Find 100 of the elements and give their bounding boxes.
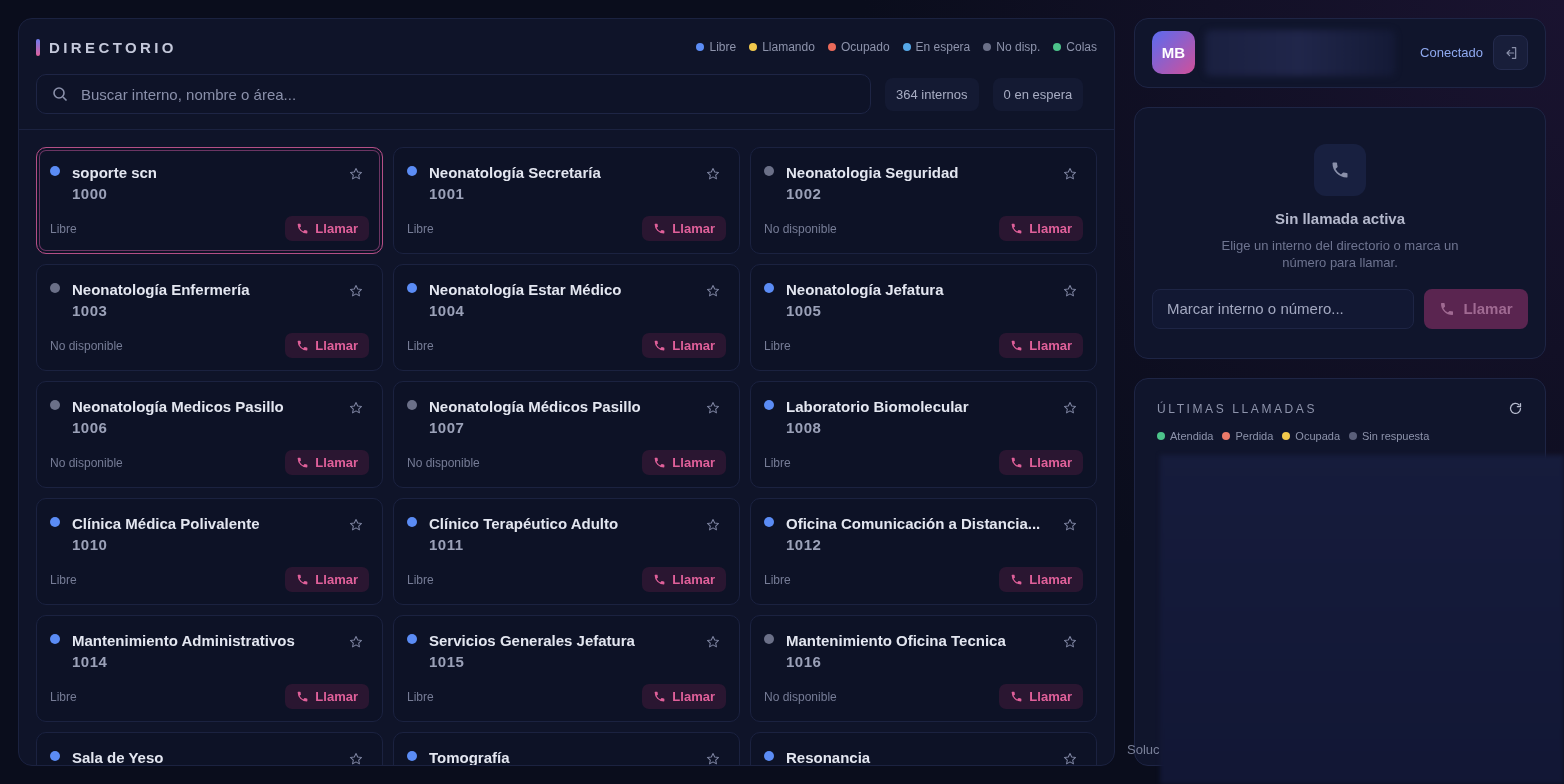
star-icon[interactable] bbox=[349, 401, 363, 415]
star-icon[interactable] bbox=[349, 518, 363, 532]
extension-name: Neonatología Enfermería bbox=[72, 281, 251, 298]
status-label: Libre bbox=[50, 221, 77, 236]
call-button[interactable]: Llamar bbox=[642, 333, 726, 358]
phone-icon bbox=[296, 456, 310, 469]
call-button[interactable]: Llamar bbox=[999, 684, 1083, 709]
extension-number: 1006 bbox=[72, 419, 109, 436]
star-icon[interactable] bbox=[706, 635, 720, 649]
call-button[interactable]: Llamar bbox=[999, 567, 1083, 592]
phone-icon bbox=[653, 690, 667, 703]
star-icon[interactable] bbox=[706, 518, 720, 532]
extension-name: soporte scn bbox=[72, 164, 159, 181]
extension-card[interactable]: Mantenimiento Oficina Tecnica 1016 No disponible Llamar bbox=[750, 615, 1097, 722]
status-label: Libre bbox=[407, 221, 434, 236]
extension-card[interactable]: Mantenimiento Administrativos 1014 Libre Llamar bbox=[36, 615, 383, 722]
star-icon[interactable] bbox=[1063, 635, 1077, 649]
phone-icon bbox=[1010, 456, 1024, 469]
extension-card[interactable]: Neonatología Medicos Pasillo 1006 No disponible Llamar bbox=[36, 381, 383, 488]
call-button[interactable]: Llamar bbox=[285, 216, 369, 241]
status-label: Libre bbox=[407, 689, 434, 704]
extension-card[interactable]: Resonancia bbox=[750, 732, 1097, 765]
legend-label: Atendida bbox=[1170, 430, 1214, 443]
extension-card[interactable]: Laboratorio Biomolecular 1008 Libre Llamar bbox=[750, 381, 1097, 488]
call-button[interactable]: Llamar bbox=[285, 684, 369, 709]
extension-card[interactable]: Neonatologia Seguridad 1002 No disponible Llamar bbox=[750, 147, 1097, 254]
legend-label: Perdida bbox=[1235, 430, 1274, 443]
extension-number: 1016 bbox=[786, 653, 823, 670]
legend-label: Sin respuesta bbox=[1362, 430, 1430, 443]
status-label: Libre bbox=[764, 455, 791, 470]
extension-number: 1000 bbox=[72, 185, 109, 202]
extension-card[interactable]: Clínica Médica Polivalente 1010 Libre Llamar bbox=[36, 498, 383, 605]
extension-name: Neonatología Médicos Pasillo bbox=[429, 398, 642, 415]
call-button[interactable]: Llamar bbox=[285, 333, 369, 358]
refresh-icon[interactable] bbox=[1508, 401, 1523, 417]
call-button[interactable]: Llamar bbox=[642, 567, 726, 592]
phone-icon bbox=[1010, 690, 1024, 703]
call-button[interactable]: Llamar bbox=[999, 333, 1083, 358]
dial-field[interactable]: Marcar interno o número... bbox=[1152, 288, 1414, 329]
call-button[interactable]: Llamar bbox=[999, 450, 1083, 475]
star-icon[interactable] bbox=[349, 284, 363, 298]
extension-card[interactable]: Sala de Yeso bbox=[36, 732, 383, 765]
empty-state-hint: Elige un interno del directorio o marca un número para llamar. bbox=[1220, 236, 1460, 271]
star-icon[interactable] bbox=[706, 167, 720, 181]
extension-card[interactable]: Neonatología Enfermería 1003 No disponible Llamar bbox=[36, 264, 383, 371]
extension-card[interactable]: Oficina Comunicación a Distancia... 1012 Libre Llamar bbox=[750, 498, 1097, 605]
star-icon[interactable] bbox=[1063, 752, 1077, 765]
star-icon[interactable] bbox=[706, 284, 720, 298]
star-icon[interactable] bbox=[706, 401, 720, 415]
extension-card[interactable]: Neonatología Secretaría 1001 Libre Llamar bbox=[393, 147, 740, 254]
status-label: No disponible bbox=[764, 689, 837, 704]
extension-card[interactable]: Neonatología Médicos Pasillo 1007 No disponible Llamar bbox=[393, 381, 740, 488]
extension-card[interactable]: Neonatología Estar Médico 1004 Libre Llamar bbox=[393, 264, 740, 371]
star-icon[interactable] bbox=[1063, 401, 1077, 415]
star-icon[interactable] bbox=[349, 752, 363, 765]
legend-label: Ocupada bbox=[1295, 430, 1340, 443]
extension-number: 1011 bbox=[429, 536, 465, 553]
phone-icon bbox=[1314, 143, 1366, 196]
status-label: Libre bbox=[407, 572, 434, 587]
phone-icon bbox=[1010, 339, 1024, 352]
extension-name: Neonatología Secretaría bbox=[429, 164, 602, 181]
count-badge: 0 en espera bbox=[992, 77, 1084, 111]
phone-icon bbox=[296, 690, 310, 703]
extension-name: Mantenimiento Administrativos bbox=[72, 632, 296, 649]
call-button[interactable]: Llamar bbox=[642, 216, 726, 241]
extension-card[interactable]: Neonatología Jefatura 1005 Libre Llamar bbox=[750, 264, 1097, 371]
search-field[interactable]: Buscar interno, nombre o área... bbox=[36, 74, 871, 114]
star-icon[interactable] bbox=[1063, 518, 1077, 532]
call-button[interactable]: Llamar bbox=[285, 567, 369, 592]
extension-card[interactable]: Servicios Generales Jefatura 1015 Libre Llamar bbox=[393, 615, 740, 722]
call-button[interactable]: Llamar bbox=[642, 450, 726, 475]
logout-button[interactable] bbox=[1493, 35, 1528, 71]
call-button[interactable]: Llamar bbox=[642, 684, 726, 709]
phone-icon bbox=[1010, 573, 1024, 586]
legend-label: En espera bbox=[915, 40, 971, 54]
footer-text: Soluc bbox=[1127, 742, 1160, 757]
status-label: Libre bbox=[50, 689, 77, 704]
extension-name: Oficina Comunicación a Distancia... bbox=[786, 515, 1042, 532]
call-button[interactable]: Llamar bbox=[285, 450, 369, 475]
star-icon[interactable] bbox=[1063, 167, 1077, 181]
phone-icon bbox=[653, 456, 667, 469]
extension-number: 1014 bbox=[72, 653, 109, 670]
legend-label: Libre bbox=[709, 40, 737, 54]
extension-name: Clínico Terapéutico Adulto bbox=[429, 515, 620, 532]
extension-number: 1002 bbox=[786, 185, 823, 202]
star-icon[interactable] bbox=[1063, 284, 1077, 298]
call-button[interactable]: Llamar bbox=[999, 216, 1083, 241]
extension-name: Servicios Generales Jefatura bbox=[429, 632, 636, 649]
status-label: No disponible bbox=[50, 338, 123, 353]
star-icon[interactable] bbox=[349, 167, 363, 181]
phone-icon bbox=[653, 573, 667, 586]
extension-card[interactable]: Clínico Terapéutico Adulto 1011 Libre Llamar bbox=[393, 498, 740, 605]
accent-bar bbox=[36, 38, 40, 56]
extension-name: Neonatología Jefatura bbox=[786, 281, 945, 298]
star-icon[interactable] bbox=[706, 752, 720, 765]
extension-card[interactable]: soporte scn 1000 Libre Llamar bbox=[36, 147, 383, 254]
panel-title: DIRECTORIO bbox=[49, 38, 177, 56]
phone-icon bbox=[653, 222, 667, 235]
legend-label: Llamando bbox=[762, 40, 815, 54]
star-icon[interactable] bbox=[349, 635, 363, 649]
